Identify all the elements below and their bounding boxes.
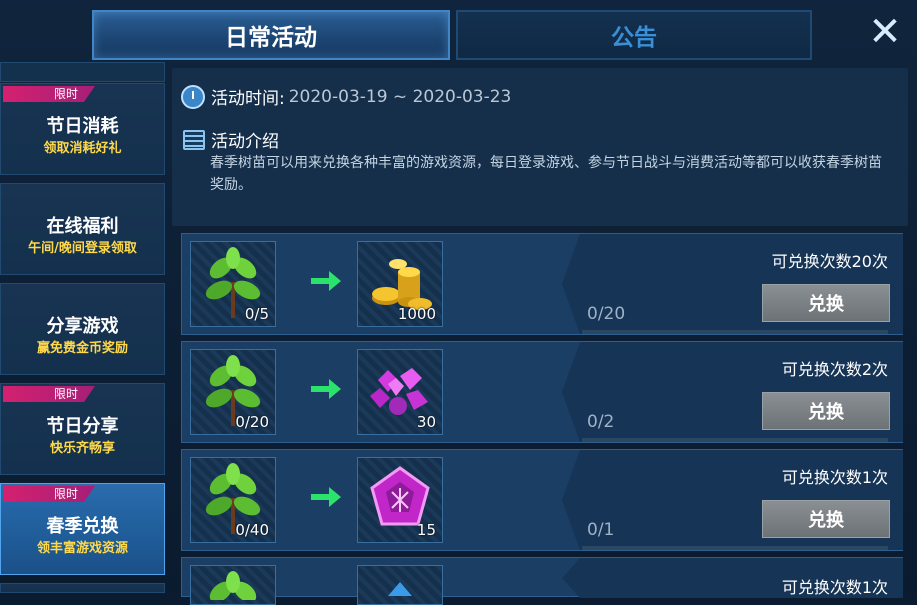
arrow-right-icon bbox=[311, 379, 341, 399]
sidebar-item-title: 春季兑换 bbox=[46, 516, 119, 537]
exchange-progress-bar bbox=[582, 546, 888, 550]
exchange-button[interactable]: 兑换 bbox=[762, 392, 890, 430]
sidebar-item-partial bbox=[0, 583, 165, 593]
limited-badge: 限时 bbox=[3, 486, 95, 502]
sidebar-item-title: 节日消耗 bbox=[46, 116, 119, 137]
exchange-progress-text: 0/1 bbox=[587, 520, 615, 540]
arrow-right-icon bbox=[311, 487, 341, 507]
reward-row: 0/40 15 0/1 可兑换次数1次 兑换 bbox=[181, 449, 903, 551]
reward-count: 30 bbox=[416, 413, 436, 431]
exchange-button[interactable]: 兑换 bbox=[762, 500, 890, 538]
sidebar-item-festival-share[interactable]: 限时 节日分享 快乐齐畅享 bbox=[0, 383, 165, 475]
tab-notice[interactable]: 公告 bbox=[456, 10, 812, 60]
sidebar-item-subtitle: 领取消耗好礼 bbox=[43, 141, 122, 156]
reward-count: 15 bbox=[416, 521, 436, 539]
sidebar-item-subtitle: 快乐齐畅享 bbox=[49, 441, 115, 456]
blue-gem-icon bbox=[388, 582, 412, 596]
exchange-progress-text: 0/2 bbox=[587, 412, 615, 432]
reward-row-partial: 可兑换次数1次 bbox=[181, 557, 903, 605]
limited-badge: 限时 bbox=[3, 386, 95, 402]
reward-count: 1000 bbox=[397, 305, 436, 323]
sapling-item bbox=[190, 565, 276, 605]
reward-item bbox=[357, 565, 443, 605]
activity-time-row: 活动时间: 2020-03-19 ~ 2020-03-23 bbox=[181, 84, 511, 109]
tab-daily-activity[interactable]: 日常活动 bbox=[92, 10, 450, 60]
reward-item: 1000 bbox=[357, 241, 443, 327]
sapling-item: 0/5 bbox=[190, 241, 276, 327]
sapling-cost: 0/20 bbox=[235, 413, 269, 431]
reward-row: 0/5 1000 0/20 可兑换次数20次 兑换 bbox=[181, 233, 903, 335]
limited-badge: 限时 bbox=[3, 86, 95, 102]
sidebar-item-spring-exchange[interactable]: 限时 春季兑换 领丰富游戏资源 bbox=[0, 483, 165, 575]
sidebar-item-title: 节日分享 bbox=[46, 416, 119, 437]
exchange-button[interactable]: 兑换 bbox=[762, 284, 890, 322]
exchange-limit-label: 可兑换次数1次 bbox=[781, 468, 888, 487]
sidebar-item-share-game[interactable]: 分享游戏 赢免费金币奖励 bbox=[0, 283, 165, 375]
sidebar-item-subtitle: 领丰富游戏资源 bbox=[36, 541, 128, 556]
arrow-right-icon bbox=[311, 271, 341, 291]
sapling-cost: 0/5 bbox=[244, 305, 269, 323]
stopwatch-icon bbox=[181, 84, 205, 109]
sidebar-top-edge bbox=[0, 62, 165, 82]
reward-item: 30 bbox=[357, 349, 443, 435]
reward-row: 0/20 30 0/2 可兑换次数2次 兑换 bbox=[181, 341, 903, 443]
activity-time-value: 2020-03-19 ~ 2020-03-23 bbox=[288, 86, 512, 107]
sidebar-item-title: 在线福利 bbox=[46, 216, 119, 237]
sidebar-item-festival-consume[interactable]: 限时 节日消耗 领取消耗好礼 bbox=[0, 83, 165, 175]
sidebar-item-subtitle: 午间/晚间登录领取 bbox=[28, 241, 137, 256]
activity-intro-row: 活动介绍 bbox=[183, 127, 279, 152]
exchange-limit-label: 可兑换次数1次 bbox=[781, 578, 888, 597]
activity-time-label: 活动时间: bbox=[211, 89, 285, 109]
sidebar-item-subtitle: 赢免费金币奖励 bbox=[36, 341, 128, 356]
activity-intro-text: 春季树苗可以用来兑换各种丰富的游戏资源，每日登录游戏、参与节日战斗与消费活动等都… bbox=[210, 155, 882, 193]
sapling-item: 0/20 bbox=[190, 349, 276, 435]
sidebar-item-title: 分享游戏 bbox=[46, 316, 119, 337]
exchange-progress-bar bbox=[582, 438, 888, 442]
sapling-item: 0/40 bbox=[190, 457, 276, 543]
exchange-progress-bar bbox=[582, 330, 888, 334]
sapling-cost: 0/40 bbox=[235, 521, 269, 539]
sapling-icon bbox=[209, 571, 257, 603]
close-icon[interactable]: ✕ bbox=[864, 12, 906, 54]
sidebar-item-online-bonus[interactable]: 在线福利 午间/晚间登录领取 bbox=[0, 183, 165, 275]
exchange-limit-label: 可兑换次数20次 bbox=[771, 252, 888, 271]
reward-item: 15 bbox=[357, 457, 443, 543]
exchange-progress-text: 0/20 bbox=[587, 304, 626, 324]
exchange-limit-label: 可兑换次数2次 bbox=[781, 360, 888, 379]
list-icon bbox=[183, 129, 205, 150]
activity-intro-label: 活动介绍 bbox=[211, 132, 279, 152]
